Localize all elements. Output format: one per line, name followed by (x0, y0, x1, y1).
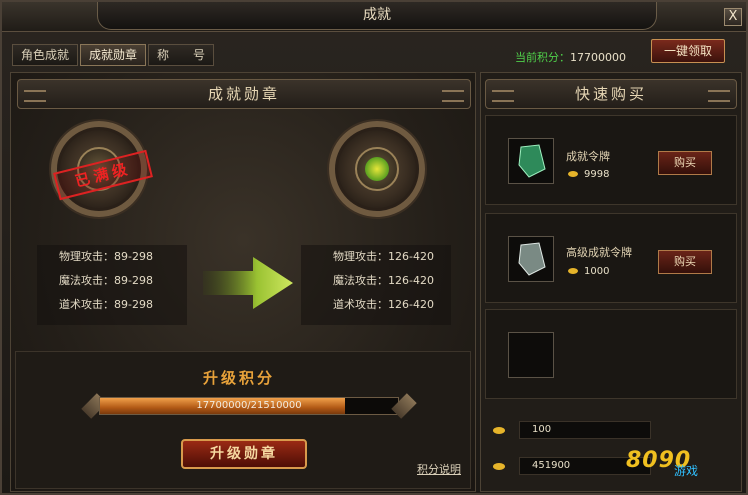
quick-buy-panel: 快速购买 成就令牌 9998 购买 高级成就令牌 1000 购买 100 451… (480, 72, 742, 492)
tab-bar: 角色成就 成就勋章 称 号 (12, 44, 215, 66)
stat-row: 魔法攻击：89-298 (37, 269, 187, 293)
stat-label: 道术攻击： (59, 298, 114, 311)
next-medal-core (355, 147, 399, 191)
next-medal (329, 121, 425, 217)
item-name: 高级成就令牌 (566, 246, 632, 259)
claim-all-button[interactable]: 一键领取 (651, 39, 725, 63)
empty-slot-icon (508, 332, 554, 378)
stat-value: 126-420 (388, 250, 434, 263)
shop-item: 高级成就令牌 1000 购买 (485, 213, 737, 303)
score-progress-bar: 17700000/21510000 (99, 397, 399, 415)
item-name: 成就令牌 (566, 150, 610, 163)
stat-row: 物理攻击：126-420 (301, 245, 451, 269)
gold-icon (493, 427, 505, 434)
green-token-icon (508, 138, 554, 184)
silver-token-icon (508, 236, 554, 282)
bound-gold-icon (493, 463, 505, 470)
stat-label: 物理攻击： (59, 250, 114, 263)
quick-buy-title: 快速购买 (485, 79, 737, 109)
buy-button[interactable]: 购买 (658, 250, 712, 274)
gold-icon (568, 171, 578, 177)
score-value: 17700000 (570, 51, 626, 64)
next-stats: 物理攻击：126-420 魔法攻击：126-420 道术攻击：126-420 (301, 245, 451, 325)
tab-title[interactable]: 称 号 (148, 44, 215, 66)
gold-row: 100 (489, 421, 659, 441)
upgrade-medal-button[interactable]: 升级勋章 (181, 439, 307, 469)
tab-role-achievement[interactable]: 角色成就 (12, 44, 79, 66)
upgrade-arrow-icon (203, 257, 293, 309)
stat-value: 89-298 (114, 250, 153, 263)
stat-label: 魔法攻击： (59, 274, 114, 287)
score-label: 当前积分： (515, 51, 570, 64)
score-progress-text: 17700000/21510000 (196, 400, 302, 411)
stat-value: 89-298 (114, 274, 153, 287)
buy-button[interactable]: 购买 (658, 151, 712, 175)
stat-row: 物理攻击：89-298 (37, 245, 187, 269)
shop-item-empty (485, 309, 737, 399)
stat-label: 魔法攻击： (333, 274, 388, 287)
gold-icon (568, 268, 578, 274)
stat-value: 126-420 (388, 274, 434, 287)
shop-item: 成就令牌 9998 购买 (485, 115, 737, 205)
achievement-window: 成就 X 角色成就 成就勋章 称 号 当前积分：17700000 一键领取 成就… (0, 0, 748, 495)
site-watermark-sub: 游戏 (674, 464, 699, 478)
medal-panel: 成就勋章 已满级 物理攻击：89-298 魔法攻击：89-298 道术攻击：89… (10, 72, 476, 492)
stat-row: 魔法攻击：126-420 (301, 269, 451, 293)
item-price: 1000 (568, 266, 609, 277)
stat-label: 物理攻击： (333, 250, 388, 263)
medal-panel-title: 成就勋章 (17, 79, 471, 109)
item-price: 9998 (568, 169, 609, 180)
window-title: 成就 (97, 2, 657, 30)
current-score: 当前积分：17700000 (515, 49, 626, 65)
close-button[interactable]: X (724, 8, 742, 26)
stat-value: 126-420 (388, 298, 434, 311)
current-medal: 已满级 (51, 121, 153, 217)
upgrade-score-title: 升级积分 (203, 369, 276, 387)
stat-row: 道术攻击：89-298 (37, 293, 187, 317)
current-stats: 物理攻击：89-298 魔法攻击：89-298 道术攻击：89-298 (37, 245, 187, 325)
stat-value: 89-298 (114, 298, 153, 311)
gold-amount: 100 (519, 421, 651, 439)
tab-achievement-medal[interactable]: 成就勋章 (80, 44, 147, 66)
stat-row: 道术攻击：126-420 (301, 293, 451, 317)
score-help-link[interactable]: 积分说明 (417, 461, 461, 477)
title-bar: 成就 X (2, 2, 746, 32)
dragon-emblem-icon (365, 157, 389, 181)
stat-label: 道术攻击： (333, 298, 388, 311)
